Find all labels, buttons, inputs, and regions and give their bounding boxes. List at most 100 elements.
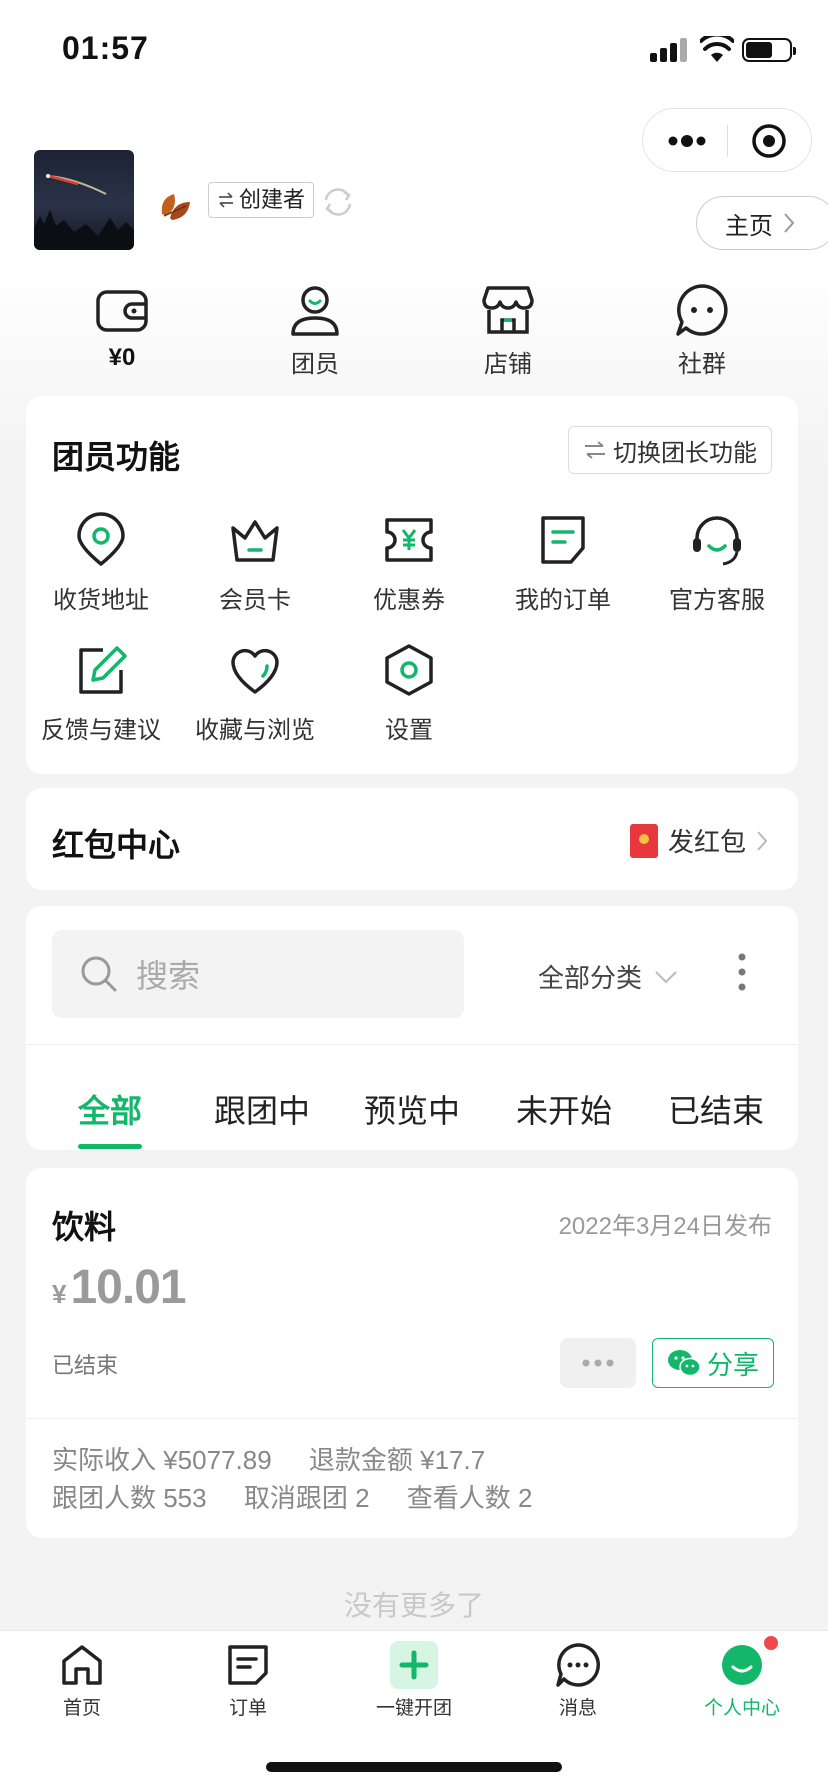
crown-icon <box>231 520 279 562</box>
tabbar-messages[interactable]: 消息 <box>518 1641 638 1720</box>
home-label: 主页 <box>725 212 773 240</box>
status-time: 01:57 <box>62 30 149 66</box>
switch-leader-label: 切换团长功能 <box>613 439 757 467</box>
profile-smile-icon <box>722 1645 762 1685</box>
more-icon <box>582 1359 614 1367</box>
members-label: 团员 <box>291 351 339 378</box>
func-label: 收藏与浏览 <box>195 717 315 744</box>
member-functions-card: 团员功能 切换团长功能 收货地址 会员卡 优惠券 我的订单 官方客服 反馈与建议… <box>26 396 798 774</box>
tabbar-profile[interactable]: 个人中心 <box>682 1641 802 1720</box>
tab-not-started[interactable]: 未开始 <box>516 1086 612 1132</box>
share-label: 分享 <box>706 1349 759 1380</box>
coupon-icon <box>385 518 433 562</box>
close-miniprogram-icon[interactable] <box>751 123 787 159</box>
func-favorites[interactable]: 收藏与浏览 <box>180 642 330 745</box>
edit-icon <box>79 646 127 694</box>
tabbar-orders[interactable]: 订单 <box>188 1641 308 1720</box>
user-icon <box>291 286 339 336</box>
search-input[interactable]: 搜索 <box>52 930 464 1018</box>
func-label: 设置 <box>385 717 433 744</box>
order-icon <box>541 516 585 564</box>
signal-icon <box>650 38 688 62</box>
more-icon[interactable] <box>665 129 709 153</box>
participation-stats: 跟团人数 553 取消跟团 2 查看人数 2 <box>52 1478 562 1515</box>
tabbar-label: 首页 <box>62 1698 101 1719</box>
func-coupon[interactable]: 优惠券 <box>334 512 484 615</box>
home-button[interactable]: 主页 <box>696 196 828 250</box>
order-icon <box>228 1645 268 1685</box>
func-feedback[interactable]: 反馈与建议 <box>26 642 176 745</box>
func-member-card[interactable]: 会员卡 <box>180 512 330 615</box>
send-red-packet-button[interactable]: 发红包 <box>629 822 768 859</box>
settings-hexagon-icon <box>385 644 433 696</box>
tabbar-label: 一键开团 <box>375 1698 452 1719</box>
red-packet-icon <box>629 823 658 858</box>
role-label: 创建者 <box>239 187 306 212</box>
quick-members[interactable]: 团员 <box>255 282 375 379</box>
message-icon <box>556 1643 601 1687</box>
func-customer-service[interactable]: 官方客服 <box>642 512 792 615</box>
tab-preview[interactable]: 预览中 <box>364 1086 460 1132</box>
participants-count: 跟团人数 553 <box>52 1483 207 1513</box>
view-count: 查看人数 2 <box>406 1483 533 1513</box>
wechat-icon <box>667 1350 701 1377</box>
refresh-icon[interactable] <box>320 184 356 220</box>
divider <box>26 1418 798 1419</box>
chevron-right-icon <box>757 830 768 851</box>
swap-icon <box>219 192 233 208</box>
tabbar-home[interactable]: 首页 <box>22 1641 142 1720</box>
func-settings[interactable]: 设置 <box>334 642 484 745</box>
product-date: 2022年3月24日发布 <box>558 1213 772 1240</box>
home-icon <box>62 1645 102 1685</box>
member-functions-title: 团员功能 <box>52 439 181 475</box>
product-status: 已结束 <box>52 1353 119 1378</box>
plus-icon <box>390 1641 438 1689</box>
func-label: 我的订单 <box>515 587 611 614</box>
price-currency: ¥ <box>52 1279 67 1309</box>
tab-ongoing[interactable]: 跟团中 <box>214 1086 310 1132</box>
chevron-right-icon <box>784 213 795 233</box>
category-label: 全部分类 <box>538 963 643 993</box>
category-dropdown[interactable]: 全部分类 <box>538 958 678 995</box>
func-label: 官方客服 <box>669 587 765 614</box>
no-more-text: 没有更多了 <box>343 1590 484 1621</box>
product-card[interactable]: 饮料 2022年3月24日发布 ¥ 10.01 已结束 分享 实际收入 ¥507… <box>26 1168 798 1538</box>
divider <box>26 1044 798 1045</box>
battery-icon <box>742 38 796 62</box>
product-more-button[interactable] <box>560 1338 636 1388</box>
miniprogram-capsule <box>642 108 812 172</box>
quick-community[interactable]: 社群 <box>642 282 762 379</box>
func-label: 收货地址 <box>53 587 149 614</box>
refund-amount: 退款金额 ¥17.7 <box>308 1445 486 1475</box>
search-placeholder: 搜索 <box>136 958 201 994</box>
quick-wallet[interactable]: ¥0 <box>62 282 182 372</box>
community-label: 社群 <box>678 351 726 378</box>
more-vertical-icon[interactable] <box>738 952 746 992</box>
wallet-icon <box>96 290 148 332</box>
switch-leader-button[interactable]: 切换团长功能 <box>568 426 772 474</box>
notification-badge <box>762 1634 780 1652</box>
role-tag[interactable]: 创建者 <box>208 182 315 218</box>
leaf-icon <box>161 194 190 220</box>
swap-icon <box>585 441 605 459</box>
tabbar-label: 订单 <box>228 1698 267 1719</box>
share-button[interactable]: 分享 <box>652 1338 774 1388</box>
avatar[interactable] <box>34 150 134 250</box>
revenue-stats: 实际收入 ¥5077.89 退款金额 ¥17.7 <box>52 1440 515 1477</box>
red-packet-title: 红包中心 <box>52 827 181 863</box>
func-my-orders[interactable]: 我的订单 <box>488 512 638 615</box>
actual-income: 实际收入 ¥5077.89 <box>52 1445 272 1475</box>
red-packet-card[interactable]: 红包中心 发红包 <box>26 788 798 890</box>
func-address[interactable]: 收货地址 <box>26 512 176 615</box>
tabbar-create-group[interactable]: 一键开团 <box>354 1641 474 1720</box>
location-pin-icon <box>77 512 125 566</box>
quick-store[interactable]: 店铺 <box>448 282 568 379</box>
tabbar-label: 消息 <box>558 1698 597 1719</box>
search-filter-card: 搜索 全部分类 全部 跟团中 预览中 未开始 已结束 <box>26 906 798 1150</box>
quick-stats-row: ¥0 团员 店铺 社群 <box>0 282 828 382</box>
product-title: 饮料 <box>52 1209 117 1245</box>
tab-all[interactable]: 全部 <box>78 1086 142 1132</box>
func-label: 反馈与建议 <box>41 717 161 744</box>
tab-ended[interactable]: 已结束 <box>668 1086 764 1132</box>
wallet-balance: ¥0 <box>108 344 136 371</box>
